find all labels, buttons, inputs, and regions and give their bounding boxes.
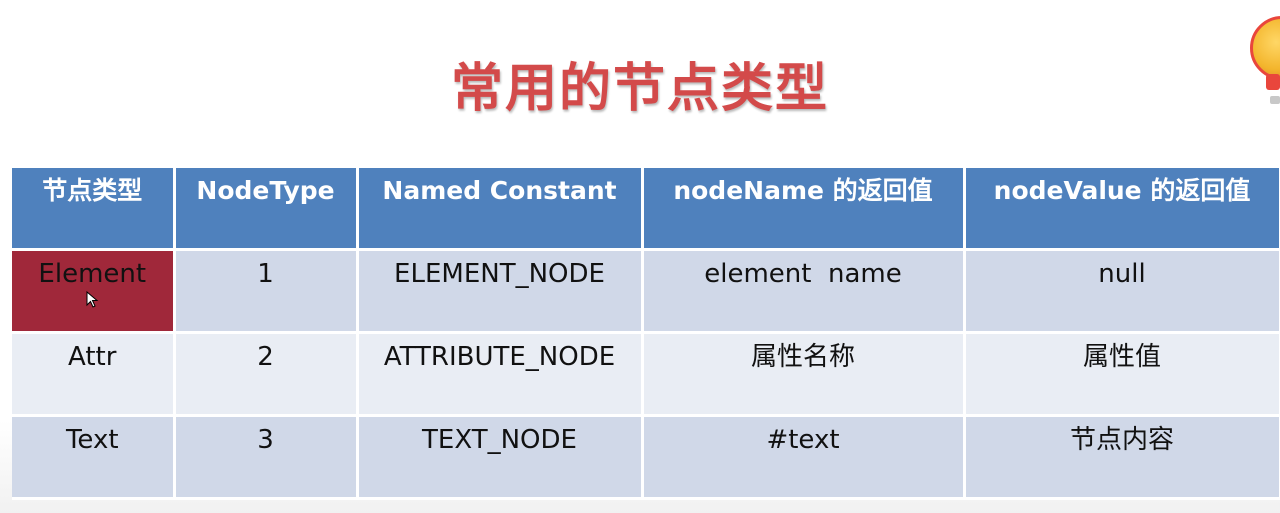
avatar-caption-icon <box>1270 96 1280 104</box>
table-cell: 1 <box>174 249 359 334</box>
table-cell: 节点内容 <box>964 415 1280 500</box>
header-nodevalue-return: nodeValue 的返回值 <box>964 168 1280 251</box>
table-cell: 属性值 <box>964 332 1280 417</box>
header-nodename-return: nodeName 的返回值 <box>642 168 966 251</box>
node-types-table-wrapper: 节点类型 NodeType Named Constant nodeName 的返… <box>12 168 1280 500</box>
table-row: Attr 2 ATTRIBUTE_NODE 属性名称 属性值 <box>12 332 1280 417</box>
table-cell: 2 <box>174 332 359 417</box>
slide-title: 常用的节点类型 <box>450 59 829 119</box>
table-cell: 属性名称 <box>642 332 966 417</box>
table-header-row: 节点类型 NodeType Named Constant nodeName 的返… <box>12 168 1280 251</box>
avatar-badge-icon <box>1266 74 1280 90</box>
table-row: Element 1 ELEMENT_NODE element name null <box>12 249 1280 334</box>
table-cell: #text <box>642 415 966 500</box>
table-cell: Text <box>12 415 176 500</box>
table-cell: element name <box>642 249 966 334</box>
table-cell: ELEMENT_NODE <box>357 249 644 334</box>
table-cell: 3 <box>174 415 359 500</box>
table-cell: ATTRIBUTE_NODE <box>357 332 644 417</box>
header-named-constant: Named Constant <box>357 168 644 251</box>
header-node-type-cn: 节点类型 <box>12 168 176 251</box>
table-cell: null <box>964 249 1280 334</box>
table-row: Text 3 TEXT_NODE #text 节点内容 <box>12 415 1280 500</box>
table-cell: Attr <box>12 332 176 417</box>
header-nodetype: NodeType <box>174 168 359 251</box>
mouse-cursor-icon <box>86 291 99 308</box>
node-types-table: 节点类型 NodeType Named Constant nodeName 的返… <box>12 168 1280 500</box>
table-cell: TEXT_NODE <box>357 415 644 500</box>
